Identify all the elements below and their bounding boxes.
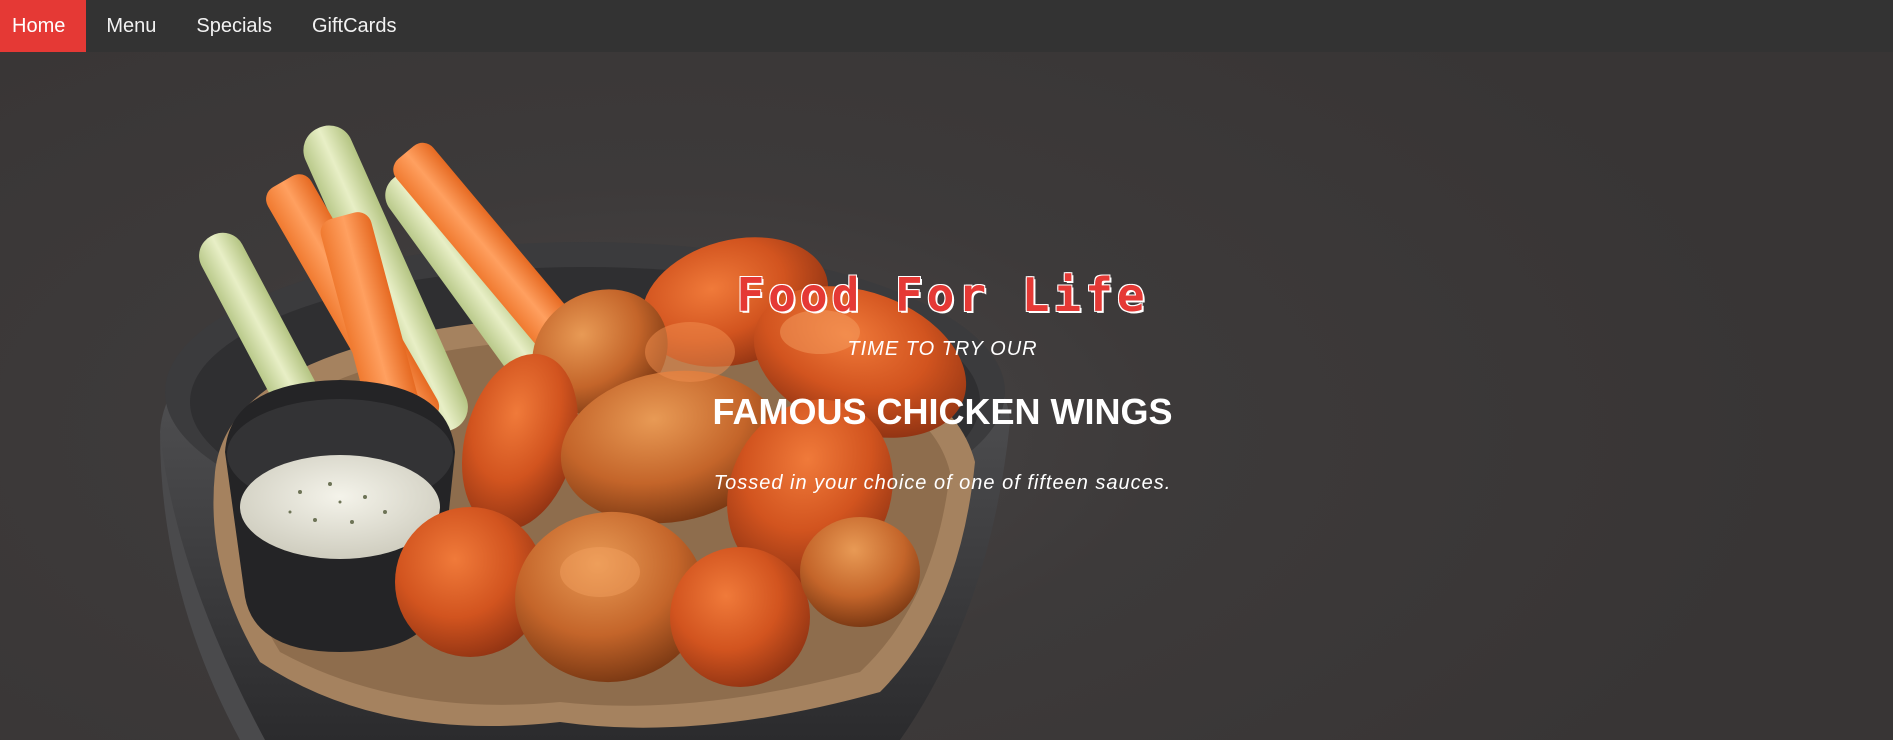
hero-kicker: TIME TO TRY OUR: [847, 338, 1038, 360]
hero-headline: FAMOUS CHICKEN WINGS: [712, 391, 1173, 432]
hero-tagline: Tossed in your choice of one of fifteen …: [713, 472, 1172, 494]
hero-banner: Food For Life TIME TO TRY OUR FAMOUS CHI…: [0, 52, 1893, 740]
hero-title: Food For Life: [736, 268, 1149, 322]
top-navbar: Home Menu Specials GiftCards: [0, 0, 1893, 52]
hero-text-block: Food For Life TIME TO TRY OUR FAMOUS CHI…: [700, 267, 1185, 495]
nav-home-link[interactable]: Home: [0, 0, 87, 52]
nav-menu-link[interactable]: Menu: [86, 0, 176, 52]
nav-specials-link[interactable]: Specials: [176, 0, 292, 52]
nav-giftcards-link[interactable]: GiftCards: [292, 0, 416, 52]
